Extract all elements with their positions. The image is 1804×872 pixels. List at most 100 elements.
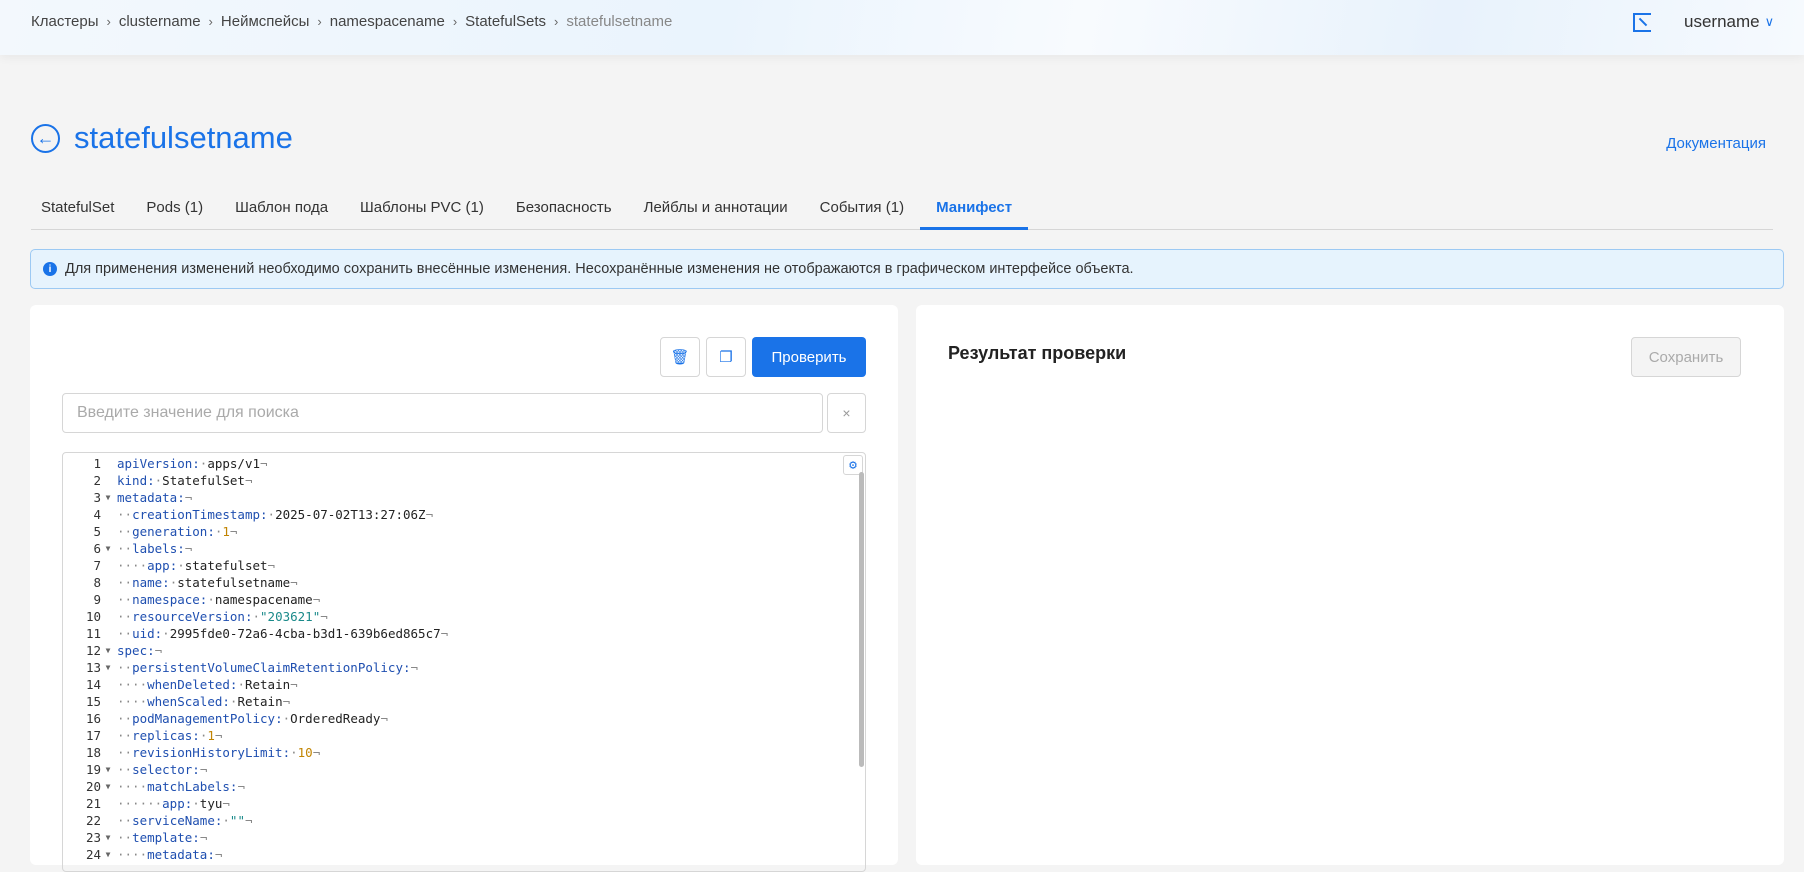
chevron-right-icon: ›: [208, 14, 213, 29]
colon: :: [222, 694, 230, 709]
fold-arrow-icon[interactable]: ▼: [101, 540, 115, 557]
gutter-spacer: [101, 693, 115, 710]
colon: :: [192, 728, 200, 743]
code-text: apiVersion:·apps/v1¬: [115, 455, 268, 472]
yaml-key: revisionHistoryLimit: [132, 745, 283, 760]
code-text: ··replicas:·1¬: [115, 727, 222, 744]
yaml-value: statefulsetname: [177, 575, 291, 590]
colon: :: [282, 745, 291, 760]
save-button[interactable]: Сохранить: [1631, 337, 1741, 377]
yaml-key: uid: [132, 626, 155, 641]
yaml-key: apiVersion: [117, 456, 193, 471]
breadcrumb-clusters[interactable]: Кластеры: [31, 13, 99, 30]
yaml-key: podManagementPolicy: [132, 711, 276, 726]
fold-arrow-icon[interactable]: ▼: [101, 761, 115, 778]
tab-labels-annotations[interactable]: Лейблы и аннотации: [628, 190, 804, 230]
breadcrumb-cluster[interactable]: clustername: [119, 13, 201, 30]
validate-button[interactable]: Проверить: [752, 337, 866, 377]
tabs: StatefulSet Pods (1) Шаблон пода Шаблоны…: [31, 190, 1773, 230]
code-line: 9 ··namespace:·namespacename¬: [63, 591, 865, 608]
chevron-right-icon: ›: [106, 14, 111, 29]
code-text: ····app:·statefulset¬: [115, 557, 275, 574]
copy-button[interactable]: ❐: [706, 337, 746, 377]
code-line: 5 ··generation:·1¬: [63, 523, 865, 540]
eol-marker: ¬: [199, 830, 208, 845]
yaml-key: persistentVolumeClaimRetentionPolicy: [132, 660, 403, 675]
code-text: ··podManagementPolicy:·OrderedReady¬: [115, 710, 388, 727]
clear-search-button[interactable]: ×: [827, 393, 866, 433]
back-arrow-icon[interactable]: ←: [31, 123, 60, 153]
chevron-right-icon: ›: [452, 14, 458, 29]
yaml-value: 1: [222, 524, 230, 539]
fold-arrow-icon[interactable]: ▼: [101, 778, 115, 795]
breadcrumb-namespace[interactable]: namespacename: [330, 13, 445, 30]
indent: ··: [117, 592, 133, 607]
breadcrumb-namespaces[interactable]: Неймспейсы: [221, 13, 310, 30]
yaml-key: spec: [117, 643, 148, 658]
code-line: 11 ··uid:·2995fde0-72a6-4cba-b3d1-639b6ed…: [63, 625, 865, 642]
line-number: 2: [93, 473, 101, 488]
indent: ··: [117, 626, 133, 641]
code-text: ··generation:·1¬: [115, 523, 237, 540]
editor-scrollbar[interactable]: [859, 472, 864, 767]
yaml-value: 1: [207, 728, 215, 743]
tab-events[interactable]: События (1): [804, 190, 920, 230]
fold-arrow-icon[interactable]: ▼: [101, 489, 115, 506]
line-number: 10: [85, 609, 101, 624]
code-text: ····whenScaled:·Retain¬: [115, 693, 290, 710]
line-number: 9: [93, 592, 101, 607]
code-line: 3 ▼ metadata:¬: [63, 489, 865, 506]
code-text: ··labels:¬: [115, 540, 192, 557]
delete-button[interactable]: 🗑: [660, 337, 700, 377]
eol-marker: ¬: [237, 779, 245, 794]
tab-statefulset[interactable]: StatefulSet: [31, 190, 130, 230]
tab-pvc-templates[interactable]: Шаблоны PVC (1): [344, 190, 500, 230]
documentation-link[interactable]: Документация: [1666, 135, 1766, 152]
breadcrumb-statefulsets[interactable]: StatefulSets: [465, 13, 546, 30]
code-line: 2 kind:·StatefulSet¬: [63, 472, 865, 489]
gutter-spacer: [101, 795, 115, 812]
user-menu[interactable]: username ∨: [1684, 12, 1774, 32]
fold-arrow-icon[interactable]: ▼: [101, 659, 115, 676]
gutter-spacer: [101, 455, 115, 472]
code-line: 15 ····whenScaled:·Retain¬: [63, 693, 865, 710]
colon: :: [162, 575, 170, 590]
tab-pod-template[interactable]: Шаблон пода: [219, 190, 344, 230]
yaml-value: "203621": [260, 609, 321, 624]
gutter-spacer: [101, 506, 115, 523]
space-marker: ·: [162, 626, 170, 641]
space-marker: ·: [290, 745, 298, 760]
space-marker: ·: [237, 677, 245, 692]
yaml-key: creationTimestamp: [132, 507, 260, 522]
yaml-key: serviceName: [132, 813, 215, 828]
code-editor[interactable]: 1 apiVersion:·apps/v1¬ 2 kind:·StatefulSet¬…: [62, 452, 866, 872]
space-marker: ·: [267, 507, 276, 522]
code-text: ··creationTimestamp:·2025-07-02T13:27:06…: [115, 506, 433, 523]
exit-icon[interactable]: [1633, 13, 1651, 32]
space-marker: ·: [207, 592, 215, 607]
result-title: Результат проверки: [948, 343, 1127, 363]
fold-arrow-icon[interactable]: ▼: [101, 642, 115, 659]
line-number: 4: [93, 507, 101, 522]
yaml-key: metadata: [147, 847, 208, 862]
code-text: ··revisionHistoryLimit:·10¬: [115, 744, 320, 761]
colon: :: [177, 490, 185, 505]
fold-arrow-icon[interactable]: ▼: [101, 829, 115, 846]
yaml-value: 10: [297, 745, 313, 760]
eol-marker: ¬: [222, 796, 230, 811]
tab-manifest[interactable]: Манифест: [920, 190, 1029, 230]
code-line: 6 ▼ ··labels:¬: [63, 540, 865, 557]
eol-marker: ¬: [229, 524, 238, 539]
code-text: ··persistentVolumeClaimRetentionPolicy:¬: [115, 659, 418, 676]
colon: :: [207, 847, 215, 862]
space-marker: ·: [282, 711, 291, 726]
tab-security[interactable]: Безопасность: [500, 190, 628, 230]
indent: ··: [117, 711, 133, 726]
breadcrumb-current: statefulsetname: [566, 13, 673, 30]
code-text: ····matchLabels:¬: [115, 778, 245, 795]
yaml-key: whenScaled: [147, 694, 223, 709]
line-number: 8: [93, 575, 101, 590]
search-input[interactable]: [62, 393, 823, 433]
tab-pods[interactable]: Pods (1): [130, 190, 219, 230]
colon: :: [147, 473, 155, 488]
